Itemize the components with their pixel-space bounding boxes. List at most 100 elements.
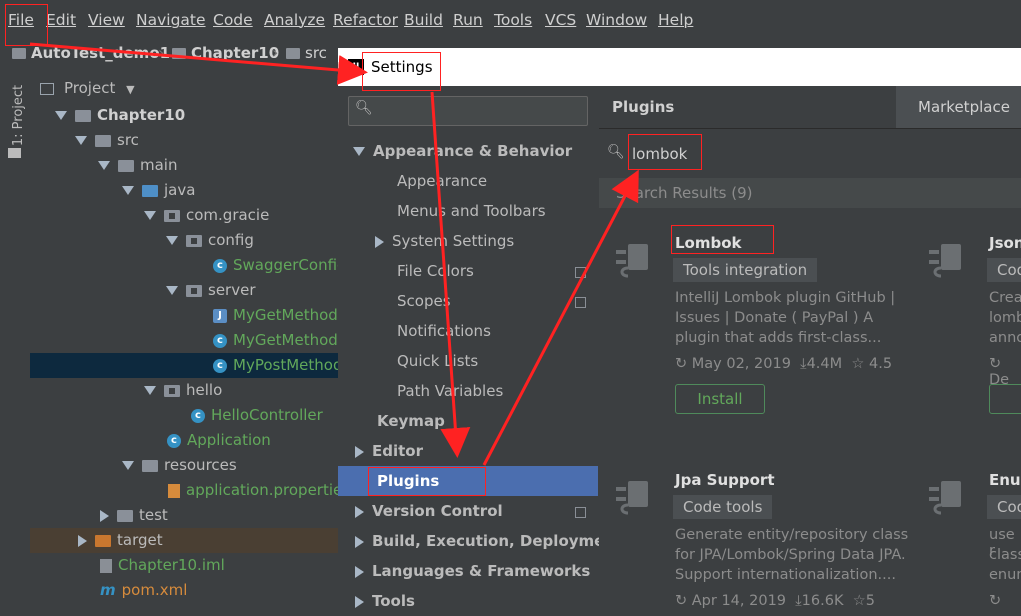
tree-item-mypostmethod-selected[interactable]: c MyPostMethod bbox=[30, 353, 342, 378]
star-icon: ☆ bbox=[852, 593, 866, 609]
nav-path-variables[interactable]: Path Variables bbox=[397, 376, 503, 406]
collapse-arrow-icon[interactable] bbox=[355, 595, 364, 608]
plugin-desc-line2: lomb bbox=[989, 310, 1021, 326]
nav-quick-lists[interactable]: Quick Lists bbox=[397, 346, 478, 376]
menu-view[interactable]: View bbox=[88, 11, 125, 29]
plugin-desc-line1: Crea bbox=[989, 290, 1021, 306]
nav-system-settings[interactable]: System Settings bbox=[375, 226, 514, 256]
menu-bar: File Edit View Navigate Code Analyze Ref… bbox=[0, 0, 1021, 40]
tree-item-package[interactable]: com.gracie bbox=[144, 203, 269, 228]
collapse-arrow-icon[interactable] bbox=[355, 535, 364, 548]
plugin-desc-line3: Support internationalization.... bbox=[675, 567, 896, 583]
menu-tools[interactable]: Tools bbox=[494, 11, 532, 29]
tree-item-hello[interactable]: hello bbox=[144, 378, 222, 403]
tree-item-application[interactable]: c Application bbox=[167, 428, 271, 453]
install-button[interactable]: Install bbox=[675, 384, 765, 414]
nav-tools[interactable]: Tools bbox=[355, 586, 415, 616]
collapse-arrow-icon[interactable] bbox=[100, 509, 109, 522]
plugin-desc-line1: Generate entity/repository class bbox=[675, 527, 909, 543]
collapse-arrow-icon[interactable] bbox=[355, 445, 364, 458]
menu-help[interactable]: Help bbox=[658, 11, 693, 29]
expand-arrow-icon[interactable] bbox=[122, 186, 134, 195]
expand-arrow-icon[interactable] bbox=[75, 136, 87, 145]
plugin-card-json[interactable]: Json Cod Crea lomb anno ↻ De bbox=[919, 221, 1021, 421]
tree-item-mygetmethod[interactable]: J MyGetMethod.j bbox=[213, 303, 347, 328]
expand-arrow-icon[interactable] bbox=[55, 111, 67, 120]
nav-scopes[interactable]: Scopes bbox=[397, 286, 451, 316]
nav-build-execution-deployment[interactable]: Build, Execution, Deployment bbox=[355, 526, 622, 556]
project-panel-title: Project bbox=[64, 79, 116, 97]
menu-code[interactable]: Code bbox=[213, 11, 253, 29]
project-panel-header[interactable]: Project ▼ bbox=[40, 78, 135, 98]
tree-item-iml[interactable]: Chapter10.iml bbox=[100, 553, 225, 578]
class-icon: c bbox=[213, 358, 227, 373]
class-icon: c bbox=[213, 258, 227, 273]
menu-run[interactable]: Run bbox=[453, 11, 483, 29]
tree-item-chapter10[interactable]: Chapter10 bbox=[55, 103, 185, 128]
plugin-card-jpa-support[interactable]: Jpa Support Code tools Generate entity/r… bbox=[599, 458, 919, 609]
menu-navigate[interactable]: Navigate bbox=[136, 11, 206, 29]
nav-editor[interactable]: Editor bbox=[355, 436, 423, 466]
nav-file-colors[interactable]: File Colors bbox=[397, 256, 474, 286]
tree-item-java[interactable]: java bbox=[122, 178, 195, 203]
collapse-arrow-icon[interactable] bbox=[355, 565, 364, 578]
nav-version-control[interactable]: Version Control bbox=[355, 496, 503, 526]
expand-arrow-icon[interactable] bbox=[98, 161, 110, 170]
tree-item-resources[interactable]: resources bbox=[122, 453, 237, 478]
menu-vcs[interactable]: VCS bbox=[545, 11, 576, 29]
tree-item-src[interactable]: src bbox=[75, 128, 139, 153]
breadcrumb-module[interactable]: Chapter10 bbox=[172, 44, 279, 62]
collapse-arrow-icon[interactable] bbox=[78, 534, 87, 547]
tree-item-pom[interactable]: m pom.xml bbox=[100, 578, 187, 603]
install-button[interactable] bbox=[989, 384, 1021, 414]
expand-arrow-icon[interactable] bbox=[144, 386, 156, 395]
breadcrumb-src[interactable]: src bbox=[286, 44, 327, 62]
project-panel: Project ▼ Chapter10 src main java com.gr… bbox=[30, 68, 350, 608]
refresh-icon: ↻ bbox=[675, 356, 688, 372]
plugin-tag: Tools integration bbox=[673, 258, 818, 282]
window-icon bbox=[40, 82, 54, 95]
tree-item-target[interactable]: target bbox=[30, 528, 338, 553]
menu-edit[interactable]: Edit bbox=[46, 11, 76, 29]
settings-search-input[interactable]: 🔍︎ bbox=[348, 96, 588, 126]
annotation-box-settings bbox=[362, 52, 441, 91]
tree-item-mygetmethod2[interactable]: c MyGetMethod2 bbox=[213, 328, 347, 353]
plugin-meta: ↻ Apr 14, 2019 ⤓16.6K ☆5 bbox=[675, 593, 875, 609]
tree-item-hellocontroller[interactable]: c HelloController bbox=[191, 403, 323, 428]
nav-menus-toolbars[interactable]: Menus and Toolbars bbox=[397, 196, 546, 226]
project-tool-tab[interactable]: 1: Project bbox=[11, 85, 26, 146]
breadcrumb-project[interactable]: AutoTest_demo1 bbox=[12, 44, 170, 62]
tree-item-test[interactable]: test bbox=[100, 503, 168, 528]
tree-item-config[interactable]: config bbox=[166, 228, 254, 253]
folder-icon bbox=[95, 134, 111, 147]
project-level-icon bbox=[575, 267, 586, 278]
nav-keymap[interactable]: Keymap bbox=[377, 406, 445, 436]
tree-item-swaggerconfig[interactable]: c SwaggerConfig bbox=[213, 253, 347, 278]
expand-arrow-icon[interactable] bbox=[166, 286, 178, 295]
menu-refactor[interactable]: Refactor bbox=[333, 11, 398, 29]
plugin-name: Jpa Support bbox=[675, 471, 775, 489]
tree-item-application-properties[interactable]: application.properties bbox=[168, 478, 350, 503]
tab-marketplace[interactable]: Marketplace bbox=[896, 86, 1021, 128]
expand-arrow-icon[interactable] bbox=[166, 236, 178, 245]
menu-analyze[interactable]: Analyze bbox=[264, 11, 325, 29]
collapse-arrow-icon[interactable] bbox=[375, 235, 384, 248]
menu-build[interactable]: Build bbox=[404, 11, 443, 29]
expand-arrow-icon[interactable] bbox=[353, 147, 365, 156]
nav-notifications[interactable]: Notifications bbox=[397, 316, 491, 346]
menu-window[interactable]: Window bbox=[586, 11, 647, 29]
nav-appearance[interactable]: Appearance bbox=[397, 166, 487, 196]
nav-languages-frameworks[interactable]: Languages & Frameworks bbox=[355, 556, 590, 586]
refresh-icon: ↻ bbox=[989, 593, 1002, 608]
chevron-down-icon[interactable]: ▼ bbox=[126, 83, 134, 96]
expand-arrow-icon[interactable] bbox=[144, 211, 156, 220]
nav-appearance-behavior[interactable]: Appearance & Behavior bbox=[353, 136, 572, 166]
expand-arrow-icon[interactable] bbox=[122, 461, 134, 470]
plugin-desc-line3: enum bbox=[989, 567, 1021, 583]
tree-item-main[interactable]: main bbox=[98, 153, 177, 178]
project-level-icon bbox=[575, 507, 586, 518]
tree-item-server[interactable]: server bbox=[166, 278, 255, 303]
plugin-card-enum[interactable]: Enu Cod use r class enum ↻ De bbox=[919, 458, 1021, 608]
refresh-icon: ↻ bbox=[675, 593, 688, 609]
collapse-arrow-icon[interactable] bbox=[355, 505, 364, 518]
